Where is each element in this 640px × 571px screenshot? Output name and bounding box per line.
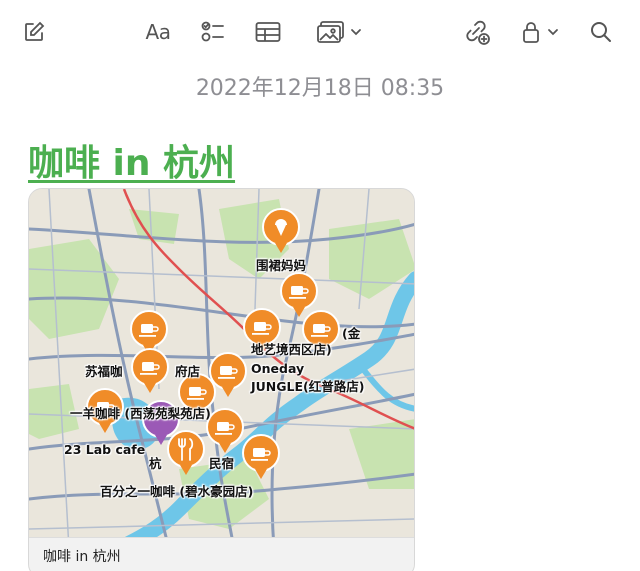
map-label: 地艺境西区店)	[251, 342, 332, 357]
chevron-down-icon	[548, 29, 558, 36]
map-caption: 咖啡 in 杭州	[29, 537, 414, 571]
map-label: JUNGLE(红普路店)	[251, 379, 365, 394]
collaborate-icon	[466, 20, 490, 45]
chevron-down-icon	[351, 29, 361, 36]
table-button[interactable]	[253, 16, 283, 48]
table-icon	[255, 22, 281, 42]
map-label: Oneday	[251, 361, 305, 376]
checklist-button[interactable]	[198, 16, 228, 48]
map-label: 府店	[175, 364, 201, 379]
note-toolbar: Aa	[0, 0, 640, 64]
map-label: (金	[342, 326, 361, 341]
compose-button[interactable]	[20, 16, 48, 48]
search-button[interactable]	[587, 16, 615, 48]
map-label: 23 Lab cafe	[64, 442, 146, 457]
lock-icon	[523, 22, 539, 43]
lock-button[interactable]	[516, 16, 564, 48]
compose-icon	[25, 21, 45, 41]
note-title[interactable]: 咖啡 in 杭州	[28, 134, 235, 186]
format-button[interactable]: Aa	[142, 16, 174, 48]
collaborate-button[interactable]	[461, 16, 493, 48]
search-icon	[591, 22, 611, 42]
map-label: 民宿	[209, 456, 235, 471]
note-timestamp: 2022年12月18日 08:35	[195, 76, 445, 101]
format-label: Aa	[145, 20, 171, 44]
map-label: 百分之一咖啡 (碧水豪园店)	[100, 484, 254, 499]
map-label: 围裙妈妈	[256, 258, 307, 273]
map-label: 苏福咖	[85, 364, 123, 379]
map-label: 杭	[149, 456, 162, 471]
photo-icon	[317, 21, 344, 43]
map-attachment[interactable]: 围裙妈妈 (金 地艺境西区店) 苏福咖 府店 Oneday JUNGLE(红普路…	[28, 188, 415, 571]
checklist-icon	[201, 21, 224, 42]
map-label: 一羊咖啡 (西荡苑梨苑店)	[70, 406, 211, 421]
media-button[interactable]	[312, 16, 366, 48]
